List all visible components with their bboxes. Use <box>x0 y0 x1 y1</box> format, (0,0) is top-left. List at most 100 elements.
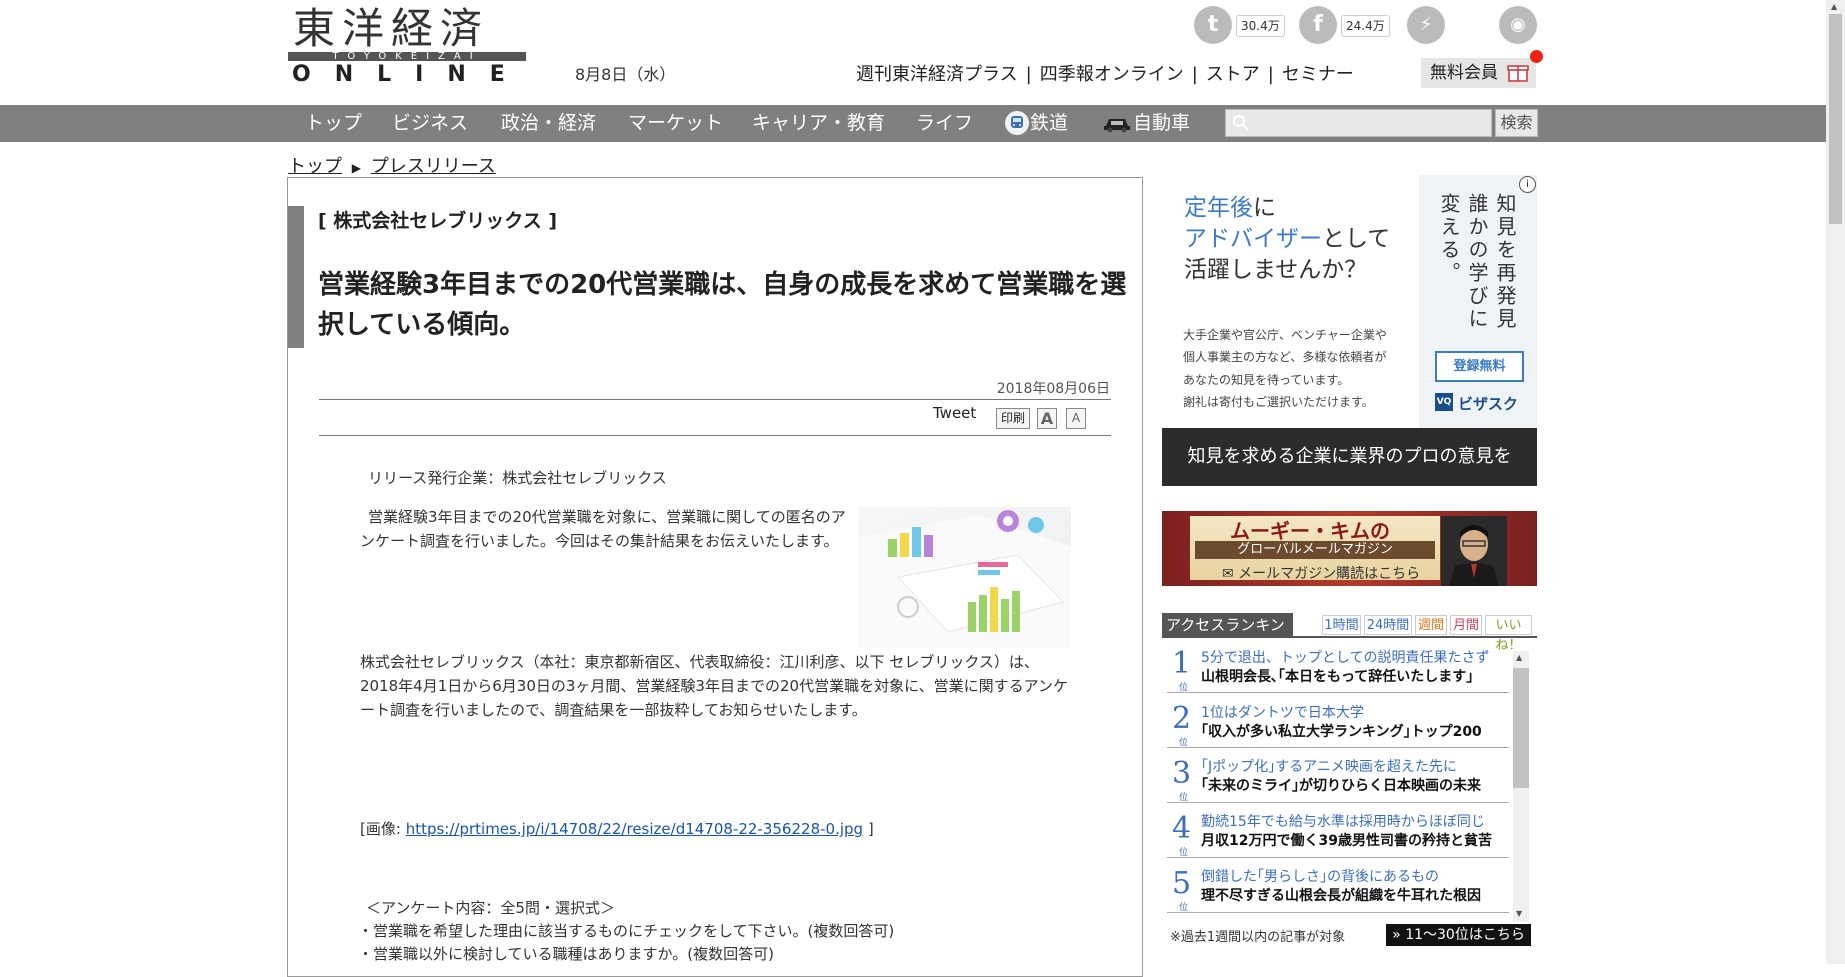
font-small-button[interactable]: A <box>1066 408 1086 429</box>
rank-title[interactable]: 理不尽すぎる山根会長が組織を牛耳れた根因 <box>1201 885 1481 905</box>
ad-info-icon[interactable]: i <box>1519 176 1536 193</box>
ranking-more-button[interactable]: » 11〜30位はこちら <box>1386 924 1531 946</box>
release-image[interactable] <box>858 507 1071 648</box>
ad-vertical-text: 誰かの学びに <box>1465 193 1489 331</box>
image-link[interactable]: https://prtimes.jp/i/14708/22/resize/d14… <box>406 820 863 838</box>
rank-number: 3 <box>1172 756 1192 791</box>
ad-newsletter-cta[interactable]: ✉ メールマガジン購読はこちら <box>1222 563 1420 583</box>
logo[interactable]: 東洋経済 <box>293 6 489 52</box>
ad-vertical-text: 変える。 <box>1437 193 1461 285</box>
ad-title-text: に <box>1253 195 1276 221</box>
breadcrumb: トップ ▶ プレスリリース <box>288 152 496 178</box>
link-store[interactable]: ストア <box>1206 64 1260 85</box>
tweet-link[interactable]: Tweet <box>933 404 976 422</box>
top-links: 週刊東洋経済プラス | 四季報オンライン | ストア | セミナー <box>856 60 1354 86</box>
rank-kicker[interactable]: 1位はダントツで日本大学 <box>1201 702 1364 722</box>
facebook-count: 24.4万 <box>1341 15 1390 37</box>
print-button[interactable]: 印刷 <box>996 408 1030 429</box>
search-button[interactable]: 検索 <box>1495 109 1538 137</box>
publish-date: 2018年08月06日 <box>996 381 1110 397</box>
ranking-tab-1h[interactable]: 1時間 <box>1322 615 1361 635</box>
ranking-tab-24h[interactable]: 24時間 <box>1364 615 1412 635</box>
font-large-button[interactable]: A <box>1037 408 1057 429</box>
rank-number: 4 <box>1172 811 1192 846</box>
rank-title[interactable]: ｢収入が多い私立大学ランキング｣トップ200 <box>1201 721 1482 741</box>
rank-number: 1 <box>1172 646 1192 681</box>
facebook-icon[interactable]: f <box>1299 6 1337 44</box>
main-paragraph: 株式会社セレブリックス（本社：東京都新宿区、代表取締役：江川利彦、以下 セレブリ… <box>360 653 1069 719</box>
nav-item-politics-economy[interactable]: 政治・経済 <box>501 105 596 142</box>
rank-divider <box>1167 747 1509 748</box>
ad-body-line: 大手企業や官公庁、ベンチャー企業や <box>1183 328 1387 342</box>
ad-title-text: として <box>1322 226 1391 252</box>
nav-item-market[interactable]: マーケット <box>628 105 723 142</box>
ad-body-line: 個人事業主の方など、多様な依頼者が <box>1183 350 1387 364</box>
link-weekly-plus[interactable]: 週刊東洋経済プラス <box>856 64 1018 85</box>
intro-paragraph: 営業経験3年目までの20代営業職を対象に、営業職に関しての匿名のアンケート調査を… <box>360 508 846 550</box>
divider <box>319 435 1111 436</box>
nav-item-career-education[interactable]: キャリア・教育 <box>752 105 885 142</box>
ranking-scrollbar-thumb[interactable] <box>1513 668 1529 788</box>
logo-online[interactable]: ONLINE <box>292 63 529 87</box>
author-photo <box>1441 516 1507 586</box>
divider <box>319 399 1111 400</box>
article-headline: 営業経験3年目までの20代営業職は、自身の成長を求めて営業職を選択している傾向。 <box>318 270 1127 340</box>
nav-item-top[interactable]: トップ <box>305 105 362 142</box>
rank-kicker[interactable]: 倒錯した｢男らしさ｣の背後にあるもの <box>1201 866 1439 886</box>
car-icon <box>1102 114 1132 134</box>
search-input[interactable] <box>1225 109 1492 137</box>
page-scrollbar-thumb[interactable] <box>1829 14 1842 224</box>
rank-kicker[interactable]: ｢Jポップ化｣するアニメ映画を超えた先に <box>1201 756 1457 776</box>
rank-title[interactable]: 月収12万円で働く39歳男性司書の矜持と貧苦 <box>1201 830 1492 850</box>
twitter-icon[interactable]: t <box>1194 6 1232 44</box>
breadcrumb-arrow-icon: ▶ <box>351 161 361 175</box>
company-tag: [ 株式会社セレブリックス ] <box>318 210 558 232</box>
scroll-down-icon[interactable]: ▼ <box>1516 909 1522 918</box>
gift-icon[interactable] <box>1507 61 1529 83</box>
rank-divider <box>1167 912 1509 913</box>
separator: | <box>1025 64 1032 85</box>
ad-register-button[interactable]: 登録無料 <box>1435 351 1524 382</box>
search-icon <box>1232 114 1250 132</box>
ad-title-highlight: アドバイザー <box>1184 226 1322 252</box>
ad-newsletter-title: ムーギー・キムの <box>1230 519 1390 543</box>
rss-icon[interactable]: ◉ <box>1499 6 1537 44</box>
nav-item-railway[interactable]: 鉄道 <box>1030 105 1068 142</box>
ad-body-line: あなたの知見を待っています。 <box>1183 373 1350 387</box>
release-issuer: リリース発行企業：株式会社セレブリックス <box>368 469 667 487</box>
rank-number: 2 <box>1172 701 1192 736</box>
ad-bottom-banner[interactable]: 知見を求める企業に業界のプロの意見を <box>1162 428 1537 486</box>
logo-subtitle: TOYOKEIZAI <box>288 52 526 61</box>
breadcrumb-home[interactable]: トップ <box>288 156 342 177</box>
ranking-divider <box>1162 636 1537 638</box>
link-seminar[interactable]: セミナー <box>1282 64 1354 85</box>
rank-number: 5 <box>1172 866 1192 901</box>
rank-title[interactable]: 山根明会長､｢本日をもって辞任いたします｣ <box>1201 666 1473 686</box>
nav-item-life[interactable]: ライフ <box>916 105 973 142</box>
page-scroll-up-icon[interactable]: ▲ <box>1831 2 1837 11</box>
rank-kicker[interactable]: 5分で退出、トップとしての説明責任果たさず <box>1201 647 1490 667</box>
rank-kicker[interactable]: 勤続15年でも給与水準は採用時からほぼ同じ <box>1201 811 1485 831</box>
survey-item: ・営業職以外に検討している職種はありますか。(複数回答可) <box>358 945 774 963</box>
scroll-up-icon[interactable]: ▲ <box>1516 653 1522 662</box>
messenger-icon[interactable]: ⚡ <box>1407 6 1445 44</box>
ranking-note: ※過去1週間以内の記事が対象 <box>1170 930 1346 945</box>
survey-title: ＜アンケート内容：全5問・選択式＞ <box>366 899 615 917</box>
train-icon <box>1005 111 1029 135</box>
survey-item: ・営業職を希望した理由に該当するものにチェックをして下さい。(複数回答可) <box>358 922 895 940</box>
ranking-tab-likes[interactable]: いいね！ <box>1485 615 1532 653</box>
vizasq-logo-icon: VQ <box>1435 393 1453 411</box>
ranking-tab-weekly[interactable]: 週間 <box>1415 615 1447 635</box>
link-shikiho[interactable]: 四季報オンライン <box>1040 64 1184 85</box>
nav-item-business[interactable]: ビジネス <box>392 105 468 142</box>
ad-body-line: 謝礼は寄付もご選択いただけます。 <box>1183 395 1374 409</box>
ranking-tab-monthly[interactable]: 月間 <box>1450 615 1482 635</box>
ad-brand: ビザスク <box>1458 395 1518 413</box>
rank-title[interactable]: ｢未来のミライ｣が切りひらく日本映画の未来 <box>1201 775 1481 795</box>
image-link-prefix: [画像: <box>360 820 406 838</box>
nav-item-automobile[interactable]: 自動車 <box>1133 105 1190 142</box>
rank-divider <box>1167 857 1509 858</box>
separator: | <box>1267 64 1274 85</box>
main-nav-bar <box>0 105 1826 142</box>
breadcrumb-press-release[interactable]: プレスリリース <box>371 156 496 177</box>
